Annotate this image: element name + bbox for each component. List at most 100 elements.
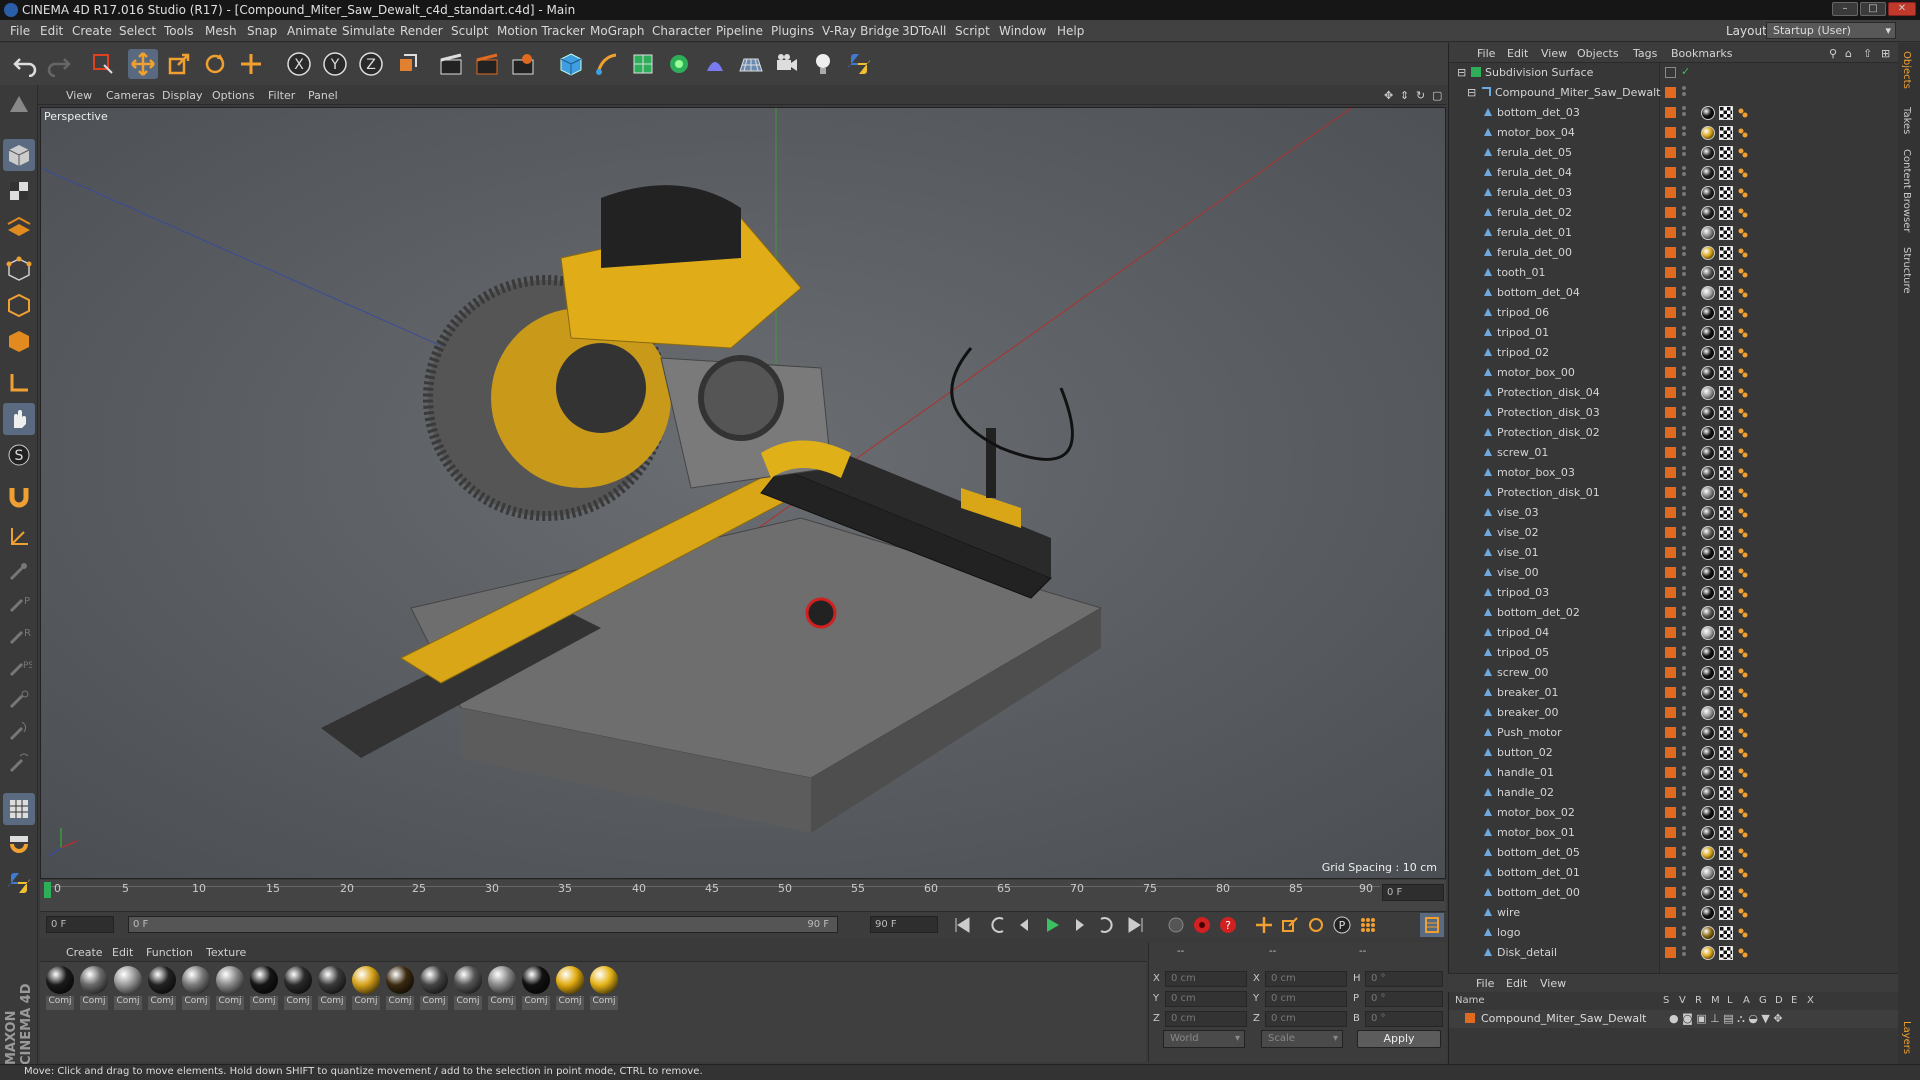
size-y-field[interactable]: 0 cm xyxy=(1265,991,1347,1007)
material-swatch[interactable]: Comj xyxy=(350,966,382,1010)
model-mode-button[interactable] xyxy=(3,139,35,171)
visibility-dots[interactable] xyxy=(1682,726,1686,740)
phong-tag-icon[interactable] xyxy=(1737,207,1749,219)
polygons-mode-button[interactable] xyxy=(3,325,35,357)
layer-color-swatch[interactable] xyxy=(1665,167,1676,178)
layer-color-swatch[interactable] xyxy=(1465,1013,1475,1023)
visibility-dots[interactable] xyxy=(1682,286,1686,300)
layer-color-swatch[interactable] xyxy=(1665,547,1676,558)
layer-column-m[interactable]: M xyxy=(1711,995,1720,1006)
visibility-dots[interactable] xyxy=(1682,866,1686,880)
material-tag-icon[interactable] xyxy=(1701,786,1715,800)
layer-color-swatch[interactable] xyxy=(1665,587,1676,598)
phong-tag-icon[interactable] xyxy=(1737,867,1749,879)
material-swatch[interactable]: Comj xyxy=(588,966,620,1010)
material-tag-icon[interactable] xyxy=(1701,706,1715,720)
z-axis-button[interactable]: Z xyxy=(356,49,386,79)
visibility-dots[interactable] xyxy=(1682,206,1686,220)
object-row[interactable]: tripod_02 xyxy=(1449,343,1899,363)
object-row[interactable]: breaker_00 xyxy=(1449,703,1899,723)
deformer-button[interactable] xyxy=(700,49,730,79)
layer-color-swatch[interactable] xyxy=(1665,867,1676,878)
object-row[interactable]: screw_00 xyxy=(1449,663,1899,683)
layer-color-swatch[interactable] xyxy=(1665,687,1676,698)
visibility-dots[interactable] xyxy=(1682,146,1686,160)
uvw-tag-icon[interactable] xyxy=(1719,686,1733,700)
size-x-field[interactable]: 0 cm xyxy=(1265,971,1347,987)
visibility-dots[interactable] xyxy=(1682,906,1686,920)
uvw-tag-icon[interactable] xyxy=(1719,266,1733,280)
material-swatch[interactable]: Comj xyxy=(520,966,552,1010)
max-frame-field[interactable]: 90 F xyxy=(870,916,938,933)
edges-mode-button[interactable] xyxy=(3,289,35,321)
object-row[interactable]: tooth_01 xyxy=(1449,263,1899,283)
viewport-menu-cameras[interactable]: Cameras xyxy=(106,89,155,102)
object-row[interactable]: vise_01 xyxy=(1449,543,1899,563)
material-tag-icon[interactable] xyxy=(1701,446,1715,460)
object-row[interactable]: screw_01 xyxy=(1449,443,1899,463)
uvw-tag-icon[interactable] xyxy=(1719,366,1733,380)
visibility-dots[interactable] xyxy=(1682,166,1686,180)
record-button[interactable] xyxy=(1190,913,1214,937)
next-key-button[interactable] xyxy=(1094,913,1118,937)
tab-content-browser[interactable]: Content Browser xyxy=(1901,149,1912,232)
object-row[interactable]: motor_box_00 xyxy=(1449,363,1899,383)
phong-tag-icon[interactable] xyxy=(1737,407,1749,419)
visibility-dots[interactable] xyxy=(1682,606,1686,620)
object-row-subdivision[interactable]: ⊟ Subdivision Surface ✓ xyxy=(1449,63,1899,83)
uvw-tag-icon[interactable] xyxy=(1719,806,1733,820)
layer-color-swatch[interactable] xyxy=(1665,367,1676,378)
layer-column-l[interactable]: L xyxy=(1727,995,1733,1006)
object-row[interactable]: tripod_03 xyxy=(1449,583,1899,603)
layer-color-swatch[interactable] xyxy=(1665,187,1676,198)
uvw-tag-icon[interactable] xyxy=(1719,486,1733,500)
go-to-end-button[interactable] xyxy=(1124,913,1148,937)
object-row[interactable]: handle_01 xyxy=(1449,763,1899,783)
layer-color-swatch[interactable] xyxy=(1665,487,1676,498)
uvw-tag-icon[interactable] xyxy=(1719,866,1733,880)
object-row[interactable]: vise_00 xyxy=(1449,563,1899,583)
layer-color-swatch[interactable] xyxy=(1665,947,1676,958)
sculpt-tool-6-button[interactable] xyxy=(3,715,35,747)
enabled-check-icon[interactable]: ✓ xyxy=(1681,65,1690,78)
viewport-maximize-icon[interactable]: ▢ xyxy=(1432,89,1442,102)
material-tag-icon[interactable] xyxy=(1701,566,1715,580)
close-button[interactable]: ✕ xyxy=(1888,2,1916,16)
coordinate-system-button[interactable] xyxy=(392,49,422,79)
visibility-dots[interactable] xyxy=(1682,306,1686,320)
layer-color-swatch[interactable] xyxy=(1665,567,1676,578)
move-tool-button[interactable] xyxy=(128,49,158,79)
subdivision-surface-button[interactable] xyxy=(628,49,658,79)
object-row[interactable]: wire xyxy=(1449,903,1899,923)
key-rotate-button[interactable] xyxy=(1304,913,1328,937)
apply-button[interactable]: Apply xyxy=(1357,1030,1441,1048)
sculpt-tool-2-button[interactable]: P xyxy=(3,587,35,619)
material-tag-icon[interactable] xyxy=(1701,166,1715,180)
key-scale-button[interactable] xyxy=(1278,913,1302,937)
light-object-button[interactable] xyxy=(808,49,838,79)
object-row[interactable]: motor_box_01 xyxy=(1449,823,1899,843)
object-row[interactable]: bottom_det_00 xyxy=(1449,883,1899,903)
phong-tag-icon[interactable] xyxy=(1737,547,1749,559)
visibility-dots[interactable] xyxy=(1682,846,1686,860)
material-swatch[interactable]: Comj xyxy=(486,966,518,1010)
layer-color-swatch[interactable] xyxy=(1665,807,1676,818)
phong-tag-icon[interactable] xyxy=(1737,487,1749,499)
search-icon[interactable]: ⚲ xyxy=(1829,47,1837,60)
uvw-tag-icon[interactable] xyxy=(1719,206,1733,220)
object-row-group[interactable]: ⊟ Compound_Miter_Saw_Dewalt xyxy=(1449,83,1899,103)
layer-color-swatch[interactable] xyxy=(1665,667,1676,678)
viewport-menu-options[interactable]: Options xyxy=(212,89,254,102)
uvw-tag-icon[interactable] xyxy=(1719,886,1733,900)
phong-tag-icon[interactable] xyxy=(1737,247,1749,259)
menu-file[interactable]: File xyxy=(10,24,30,38)
phong-tag-icon[interactable] xyxy=(1737,747,1749,759)
layer-color-swatch[interactable] xyxy=(1665,347,1676,358)
visibility-dots[interactable] xyxy=(1682,346,1686,360)
viewport-menu-filter[interactable]: Filter xyxy=(268,89,295,102)
phong-tag-icon[interactable] xyxy=(1737,667,1749,679)
sculpt-tool-1-button[interactable] xyxy=(3,555,35,587)
phong-tag-icon[interactable] xyxy=(1737,827,1749,839)
phong-tag-icon[interactable] xyxy=(1737,467,1749,479)
make-editable-button[interactable] xyxy=(3,89,35,121)
